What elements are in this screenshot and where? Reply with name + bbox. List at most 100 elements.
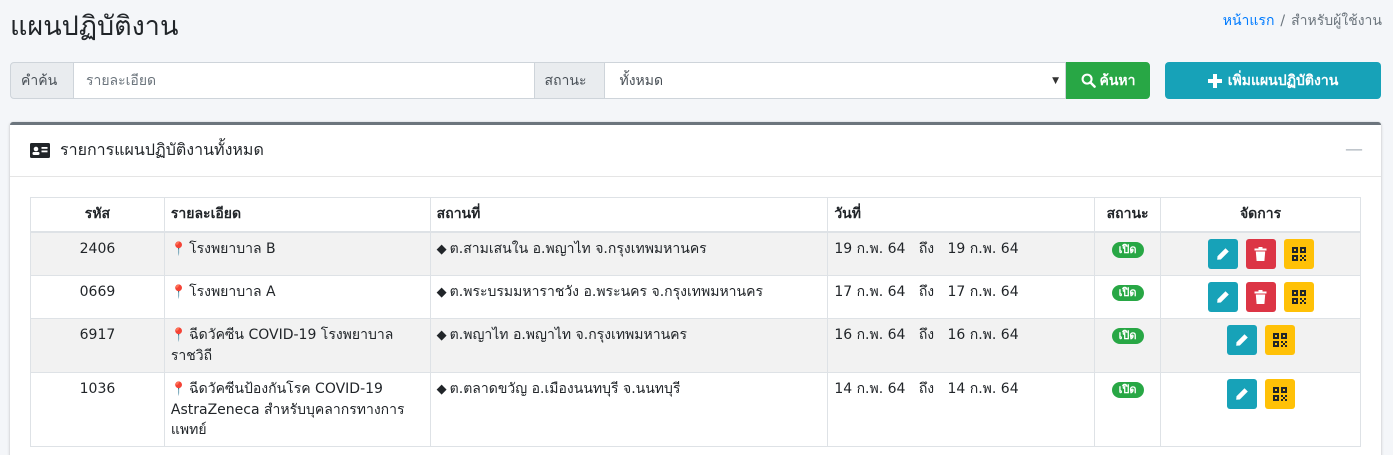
qrcode-button[interactable] bbox=[1283, 238, 1314, 269]
row-actions bbox=[1167, 238, 1354, 269]
status-badge: เปิด bbox=[1111, 284, 1144, 301]
cell-actions bbox=[1160, 317, 1361, 373]
cell-detail: 📍 ฉีดวัคซีน COVID-19 โรงพยาบาลราชวิถี bbox=[163, 317, 431, 373]
id-card-icon bbox=[30, 143, 50, 158]
row-actions bbox=[1167, 324, 1354, 355]
add-plan-button[interactable]: เพิ่มแผนปฏิบัติงาน bbox=[1165, 62, 1381, 99]
search-icon bbox=[1081, 73, 1096, 88]
trash-icon bbox=[1254, 289, 1267, 304]
header-code[interactable]: รหัส bbox=[30, 197, 165, 233]
trash-icon bbox=[1254, 246, 1267, 261]
cell-code: 6917 bbox=[30, 317, 165, 373]
cell-place: ◆ ต.พญาไท อ.พญาไท จ.กรุงเทพมหานคร bbox=[429, 317, 829, 373]
card-title: รายการแผนปฏิบัติงานทั้งหมด bbox=[60, 140, 264, 159]
pencil-icon bbox=[1216, 247, 1229, 260]
plan-detail: โรงพยาบาล B bbox=[189, 240, 276, 257]
plan-code: 0669 bbox=[79, 283, 116, 300]
add-plan-button-label: เพิ่มแผนปฏิบัติงาน bbox=[1227, 72, 1339, 89]
plan-table: รหัส รายละเอียด สถานที่ วันที่ สถานะ จัด… bbox=[30, 197, 1361, 447]
qrcode-icon bbox=[1291, 289, 1306, 304]
plan-place: ต.พระบรมมหาราชวัง อ.พระนคร จ.กรุงเทพมหาน… bbox=[449, 283, 763, 300]
cell-status: เปิด bbox=[1094, 231, 1162, 276]
map-pin-icon: 📍 bbox=[170, 241, 188, 257]
date-separator: ถึง bbox=[918, 380, 935, 397]
table-header-row: รหัส รายละเอียด สถานที่ วันที่ สถานะ จัด… bbox=[30, 197, 1361, 233]
header-place[interactable]: สถานที่ bbox=[429, 197, 829, 233]
edit-button[interactable] bbox=[1226, 324, 1257, 355]
cell-place: ◆ ต.สามเสนใน อ.พญาไท จ.กรุงเทพมหานคร bbox=[429, 231, 829, 276]
cell-status: เปิด bbox=[1094, 274, 1162, 319]
cell-code: 0669 bbox=[30, 274, 165, 319]
plus-icon bbox=[1207, 73, 1222, 88]
edit-button[interactable] bbox=[1207, 281, 1238, 312]
date-to: 17 ก.พ. 64 bbox=[947, 283, 1019, 300]
date-from: 19 ก.พ. 64 bbox=[834, 240, 906, 257]
plan-list-card: รายการแผนปฏิบัติงานทั้งหมด — รหัส รายละเ… bbox=[10, 122, 1381, 455]
plan-place: ต.ตลาดขวัญ อ.เมืองนนทบุรี จ.นนทบุรี bbox=[449, 380, 681, 397]
table-row: 2406 📍 โรงพยาบาล B ◆ ต.สามเสนใน อ.พญาไท จ.… bbox=[30, 231, 1361, 276]
map-pin-icon: 📍 bbox=[170, 381, 188, 397]
map-pin-icon: 📍 bbox=[170, 284, 188, 300]
search-button[interactable]: ค้นหา bbox=[1066, 62, 1150, 99]
qrcode-button[interactable] bbox=[1283, 281, 1314, 312]
status-select-value: ทั้งหมด bbox=[619, 72, 664, 89]
qrcode-icon bbox=[1272, 332, 1287, 347]
cell-place: ◆ ต.ตลาดขวัญ อ.เมืองนนทบุรี จ.นนทบุรี bbox=[429, 371, 829, 447]
plan-place: ต.สามเสนใน อ.พญาไท จ.กรุงเทพมหานคร bbox=[449, 240, 707, 257]
delete-button[interactable] bbox=[1245, 281, 1276, 312]
qrcode-icon bbox=[1291, 246, 1306, 261]
directions-icon: ◆ bbox=[436, 327, 447, 343]
qrcode-button[interactable] bbox=[1264, 324, 1295, 355]
cell-date: 16 ก.พ. 64 ถึง 16 ก.พ. 64 bbox=[827, 317, 1096, 373]
search-bar: คำค้น สถานะ ทั้งหมด ▼ ค้นหา bbox=[10, 62, 1150, 99]
header-detail[interactable]: รายละเอียด bbox=[163, 197, 431, 233]
cell-detail: 📍 โรงพยาบาล B bbox=[163, 231, 431, 276]
cell-code: 1036 bbox=[30, 371, 165, 447]
qrcode-button[interactable] bbox=[1264, 378, 1295, 409]
breadcrumb-home-link[interactable]: หน้าแรก bbox=[1223, 13, 1275, 29]
date-separator: ถึง bbox=[918, 326, 935, 343]
cell-detail: 📍 ฉีดวัคซีนป้องกันโรค COVID-19 AstraZenec… bbox=[163, 371, 431, 447]
keyword-label: คำค้น bbox=[10, 62, 74, 99]
plan-code: 1036 bbox=[79, 380, 116, 397]
table-row: 0669 📍 โรงพยาบาล A ◆ ต.พระบรมมหาราชวัง อ.พ… bbox=[30, 274, 1361, 319]
map-pin-icon: 📍 bbox=[170, 327, 188, 343]
status-badge: เปิด bbox=[1111, 241, 1144, 258]
edit-button[interactable] bbox=[1207, 238, 1238, 269]
header-date[interactable]: วันที่ bbox=[827, 197, 1096, 233]
header-actions: จัดการ bbox=[1160, 197, 1361, 233]
date-to: 19 ก.พ. 64 bbox=[947, 240, 1019, 257]
header-status[interactable]: สถานะ bbox=[1094, 197, 1162, 233]
breadcrumb-current: สำหรับผู้ใช้งาน bbox=[1291, 13, 1382, 29]
directions-icon: ◆ bbox=[436, 381, 447, 397]
cell-status: เปิด bbox=[1094, 317, 1162, 373]
cell-detail: 📍 โรงพยาบาล A bbox=[163, 274, 431, 319]
cell-actions bbox=[1160, 231, 1361, 276]
pencil-icon bbox=[1235, 333, 1248, 346]
page-title: แผนปฏิบัติงาน bbox=[10, 11, 179, 42]
search-button-label: ค้นหา bbox=[1099, 72, 1136, 89]
cell-date: 19 ก.พ. 64 ถึง 19 ก.พ. 64 bbox=[827, 231, 1096, 276]
cell-actions bbox=[1160, 274, 1361, 319]
chevron-down-icon: ▼ bbox=[1052, 75, 1060, 86]
cell-date: 14 ก.พ. 64 ถึง 14 ก.พ. 64 bbox=[827, 371, 1096, 447]
status-badge: เปิด bbox=[1111, 327, 1144, 344]
row-actions bbox=[1167, 281, 1354, 312]
plan-place: ต.พญาไท อ.พญาไท จ.กรุงเทพมหานคร bbox=[449, 326, 688, 343]
delete-button[interactable] bbox=[1245, 238, 1276, 269]
plan-code: 6917 bbox=[79, 326, 116, 343]
date-from: 17 ก.พ. 64 bbox=[834, 283, 906, 300]
cell-place: ◆ ต.พระบรมมหาราชวัง อ.พระนคร จ.กรุงเทพมหา… bbox=[429, 274, 829, 319]
plan-detail: ฉีดวัคซีนป้องกันโรค COVID-19 AstraZeneca… bbox=[170, 380, 405, 438]
pencil-icon bbox=[1216, 290, 1229, 303]
keyword-input[interactable] bbox=[73, 62, 535, 99]
table-row: 6917 📍 ฉีดวัคซีน COVID-19 โรงพยาบาลราชวิถ… bbox=[30, 317, 1361, 373]
cell-status: เปิด bbox=[1094, 371, 1162, 447]
breadcrumb-separator: / bbox=[1280, 13, 1286, 29]
status-select[interactable]: ทั้งหมด ▼ bbox=[605, 62, 1067, 99]
date-to: 16 ก.พ. 64 bbox=[947, 326, 1019, 343]
collapse-button[interactable]: — bbox=[1345, 139, 1363, 160]
plan-detail: โรงพยาบาล A bbox=[189, 283, 276, 300]
date-separator: ถึง bbox=[918, 283, 935, 300]
edit-button[interactable] bbox=[1226, 378, 1257, 409]
